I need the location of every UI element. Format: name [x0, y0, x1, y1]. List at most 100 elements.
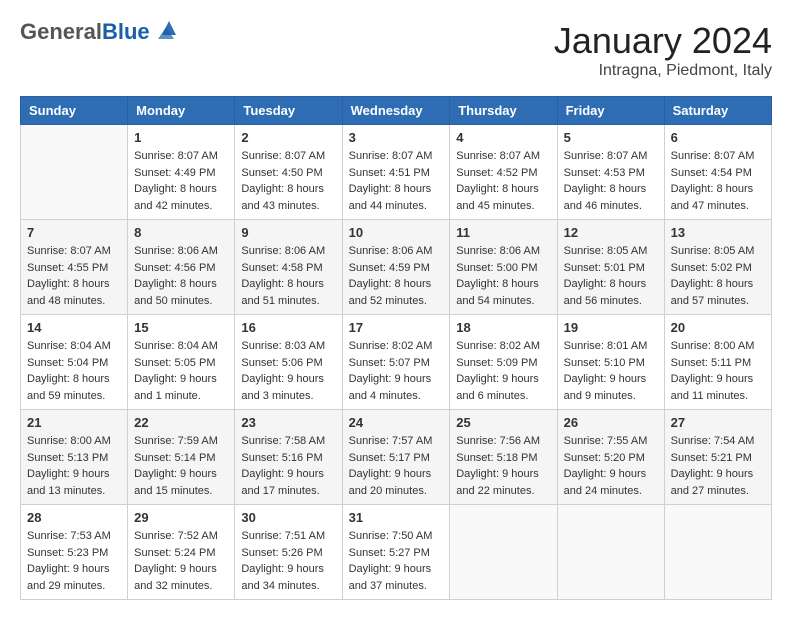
calendar-cell: 8 Sunrise: 8:06 AMSunset: 4:56 PMDayligh…	[128, 220, 235, 315]
day-info: Sunrise: 8:05 AMSunset: 5:01 PMDaylight:…	[564, 243, 658, 309]
day-number: 17	[349, 320, 444, 335]
logo-general-text: General	[20, 19, 102, 44]
calendar-cell: 5 Sunrise: 8:07 AMSunset: 4:53 PMDayligh…	[557, 125, 664, 220]
header-thursday: Thursday	[450, 97, 557, 125]
day-number: 20	[671, 320, 765, 335]
calendar-cell: 17 Sunrise: 8:02 AMSunset: 5:07 PMDaylig…	[342, 315, 450, 410]
calendar-cell: 19 Sunrise: 8:01 AMSunset: 5:10 PMDaylig…	[557, 315, 664, 410]
calendar-cell: 15 Sunrise: 8:04 AMSunset: 5:05 PMDaylig…	[128, 315, 235, 410]
day-number: 5	[564, 130, 658, 145]
calendar-cell: 28 Sunrise: 7:53 AMSunset: 5:23 PMDaylig…	[21, 505, 128, 600]
day-number: 8	[134, 225, 228, 240]
calendar-cell: 2 Sunrise: 8:07 AMSunset: 4:50 PMDayligh…	[235, 125, 342, 220]
calendar-cell	[557, 505, 664, 600]
day-info: Sunrise: 8:03 AMSunset: 5:06 PMDaylight:…	[241, 338, 335, 404]
day-info: Sunrise: 8:07 AMSunset: 4:53 PMDaylight:…	[564, 148, 658, 214]
day-number: 22	[134, 415, 228, 430]
day-number: 12	[564, 225, 658, 240]
calendar-cell: 27 Sunrise: 7:54 AMSunset: 5:21 PMDaylig…	[664, 410, 771, 505]
day-number: 6	[671, 130, 765, 145]
calendar-cell: 20 Sunrise: 8:00 AMSunset: 5:11 PMDaylig…	[664, 315, 771, 410]
day-number: 30	[241, 510, 335, 525]
header-monday: Monday	[128, 97, 235, 125]
day-number: 4	[456, 130, 550, 145]
calendar-cell: 12 Sunrise: 8:05 AMSunset: 5:01 PMDaylig…	[557, 220, 664, 315]
day-info: Sunrise: 8:07 AMSunset: 4:55 PMDaylight:…	[27, 243, 121, 309]
day-number: 31	[349, 510, 444, 525]
day-number: 10	[349, 225, 444, 240]
week-row-5: 28 Sunrise: 7:53 AMSunset: 5:23 PMDaylig…	[21, 505, 772, 600]
header-wednesday: Wednesday	[342, 97, 450, 125]
day-info: Sunrise: 7:56 AMSunset: 5:18 PMDaylight:…	[456, 433, 550, 499]
calendar-cell: 22 Sunrise: 7:59 AMSunset: 5:14 PMDaylig…	[128, 410, 235, 505]
day-number: 11	[456, 225, 550, 240]
day-info: Sunrise: 7:53 AMSunset: 5:23 PMDaylight:…	[27, 528, 121, 594]
week-row-4: 21 Sunrise: 8:00 AMSunset: 5:13 PMDaylig…	[21, 410, 772, 505]
calendar-cell: 4 Sunrise: 8:07 AMSunset: 4:52 PMDayligh…	[450, 125, 557, 220]
calendar-cell	[664, 505, 771, 600]
calendar-cell: 31 Sunrise: 7:50 AMSunset: 5:27 PMDaylig…	[342, 505, 450, 600]
day-info: Sunrise: 7:55 AMSunset: 5:20 PMDaylight:…	[564, 433, 658, 499]
day-number: 27	[671, 415, 765, 430]
day-info: Sunrise: 7:54 AMSunset: 5:21 PMDaylight:…	[671, 433, 765, 499]
day-info: Sunrise: 8:07 AMSunset: 4:52 PMDaylight:…	[456, 148, 550, 214]
calendar-cell: 1 Sunrise: 8:07 AMSunset: 4:49 PMDayligh…	[128, 125, 235, 220]
day-info: Sunrise: 7:58 AMSunset: 5:16 PMDaylight:…	[241, 433, 335, 499]
calendar-table: SundayMondayTuesdayWednesdayThursdayFrid…	[20, 96, 772, 600]
day-number: 14	[27, 320, 121, 335]
day-info: Sunrise: 7:51 AMSunset: 5:26 PMDaylight:…	[241, 528, 335, 594]
day-number: 15	[134, 320, 228, 335]
day-info: Sunrise: 7:57 AMSunset: 5:17 PMDaylight:…	[349, 433, 444, 499]
header-tuesday: Tuesday	[235, 97, 342, 125]
week-row-1: 1 Sunrise: 8:07 AMSunset: 4:49 PMDayligh…	[21, 125, 772, 220]
day-info: Sunrise: 7:52 AMSunset: 5:24 PMDaylight:…	[134, 528, 228, 594]
day-info: Sunrise: 8:07 AMSunset: 4:54 PMDaylight:…	[671, 148, 765, 214]
calendar-cell: 21 Sunrise: 8:00 AMSunset: 5:13 PMDaylig…	[21, 410, 128, 505]
day-number: 9	[241, 225, 335, 240]
day-info: Sunrise: 7:50 AMSunset: 5:27 PMDaylight:…	[349, 528, 444, 594]
day-number: 18	[456, 320, 550, 335]
day-info: Sunrise: 8:06 AMSunset: 4:59 PMDaylight:…	[349, 243, 444, 309]
title-block: January 2024 Intragna, Piedmont, Italy	[554, 20, 772, 80]
calendar-cell: 3 Sunrise: 8:07 AMSunset: 4:51 PMDayligh…	[342, 125, 450, 220]
calendar-cell: 18 Sunrise: 8:02 AMSunset: 5:09 PMDaylig…	[450, 315, 557, 410]
day-info: Sunrise: 8:01 AMSunset: 5:10 PMDaylight:…	[564, 338, 658, 404]
header-saturday: Saturday	[664, 97, 771, 125]
header-sunday: Sunday	[21, 97, 128, 125]
day-info: Sunrise: 8:06 AMSunset: 4:58 PMDaylight:…	[241, 243, 335, 309]
day-info: Sunrise: 8:00 AMSunset: 5:11 PMDaylight:…	[671, 338, 765, 404]
day-number: 13	[671, 225, 765, 240]
day-number: 7	[27, 225, 121, 240]
calendar-cell: 13 Sunrise: 8:05 AMSunset: 5:02 PMDaylig…	[664, 220, 771, 315]
day-info: Sunrise: 8:06 AMSunset: 5:00 PMDaylight:…	[456, 243, 550, 309]
day-info: Sunrise: 8:00 AMSunset: 5:13 PMDaylight:…	[27, 433, 121, 499]
day-info: Sunrise: 8:02 AMSunset: 5:09 PMDaylight:…	[456, 338, 550, 404]
calendar-cell	[21, 125, 128, 220]
day-info: Sunrise: 8:04 AMSunset: 5:05 PMDaylight:…	[134, 338, 228, 404]
day-number: 2	[241, 130, 335, 145]
logo-blue-text: Blue	[102, 19, 150, 44]
week-row-3: 14 Sunrise: 8:04 AMSunset: 5:04 PMDaylig…	[21, 315, 772, 410]
calendar-cell: 10 Sunrise: 8:06 AMSunset: 4:59 PMDaylig…	[342, 220, 450, 315]
calendar-cell: 14 Sunrise: 8:04 AMSunset: 5:04 PMDaylig…	[21, 315, 128, 410]
calendar-cell: 9 Sunrise: 8:06 AMSunset: 4:58 PMDayligh…	[235, 220, 342, 315]
day-number: 25	[456, 415, 550, 430]
week-row-2: 7 Sunrise: 8:07 AMSunset: 4:55 PMDayligh…	[21, 220, 772, 315]
day-number: 16	[241, 320, 335, 335]
calendar-cell: 26 Sunrise: 7:55 AMSunset: 5:20 PMDaylig…	[557, 410, 664, 505]
day-info: Sunrise: 8:04 AMSunset: 5:04 PMDaylight:…	[27, 338, 121, 404]
day-number: 3	[349, 130, 444, 145]
location-subtitle: Intragna, Piedmont, Italy	[554, 62, 772, 80]
day-number: 24	[349, 415, 444, 430]
calendar-cell: 6 Sunrise: 8:07 AMSunset: 4:54 PMDayligh…	[664, 125, 771, 220]
day-info: Sunrise: 8:07 AMSunset: 4:51 PMDaylight:…	[349, 148, 444, 214]
day-info: Sunrise: 8:02 AMSunset: 5:07 PMDaylight:…	[349, 338, 444, 404]
day-info: Sunrise: 8:07 AMSunset: 4:50 PMDaylight:…	[241, 148, 335, 214]
month-title: January 2024	[554, 20, 772, 62]
day-info: Sunrise: 7:59 AMSunset: 5:14 PMDaylight:…	[134, 433, 228, 499]
day-number: 1	[134, 130, 228, 145]
page-header: GeneralBlue January 2024 Intragna, Piedm…	[20, 20, 772, 80]
calendar-cell: 29 Sunrise: 7:52 AMSunset: 5:24 PMDaylig…	[128, 505, 235, 600]
calendar-cell: 7 Sunrise: 8:07 AMSunset: 4:55 PMDayligh…	[21, 220, 128, 315]
day-number: 26	[564, 415, 658, 430]
